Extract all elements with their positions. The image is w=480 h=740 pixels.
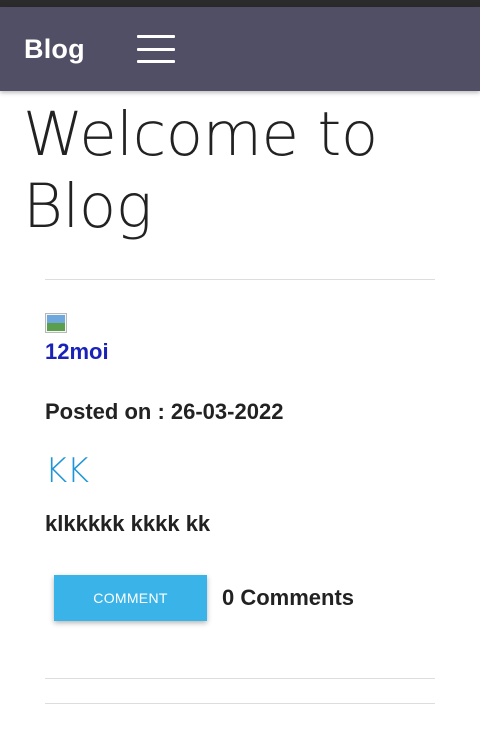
comment-count: 0 Comments: [222, 585, 355, 610]
menu-bar-line: [136, 47, 175, 51]
post-title[interactable]: KK: [45, 451, 480, 491]
divider: [45, 678, 435, 679]
broken-image-icon: [45, 313, 69, 337]
page-title: Welcome to Blog: [23, 99, 480, 243]
image-sky: [47, 315, 65, 323]
post-card: 12moi Posted on : 26-03-2022 KK klkkkkk …: [0, 313, 480, 621]
brand-logo[interactable]: Blog: [24, 34, 85, 65]
hamburger-menu-icon[interactable]: [136, 35, 175, 63]
divider: [45, 703, 435, 704]
post-body: klkkkkk kkkk kk: [45, 511, 211, 536]
page-title-line2: Blog: [23, 171, 152, 242]
page-title-line1: Welcome to: [23, 99, 378, 170]
menu-bar-line: [136, 35, 175, 38]
image-hill: [47, 323, 65, 331]
comment-button[interactable]: COMMENT: [54, 575, 207, 621]
author-link[interactable]: 12moi: [45, 337, 480, 367]
navbar: Blog: [0, 7, 480, 91]
post-date: Posted on : 26-03-2022: [45, 399, 284, 424]
divider: [45, 279, 435, 280]
status-bar: [0, 0, 480, 7]
post-actions: COMMENT 0 Comments: [45, 575, 480, 621]
menu-bar-line: [136, 60, 175, 63]
